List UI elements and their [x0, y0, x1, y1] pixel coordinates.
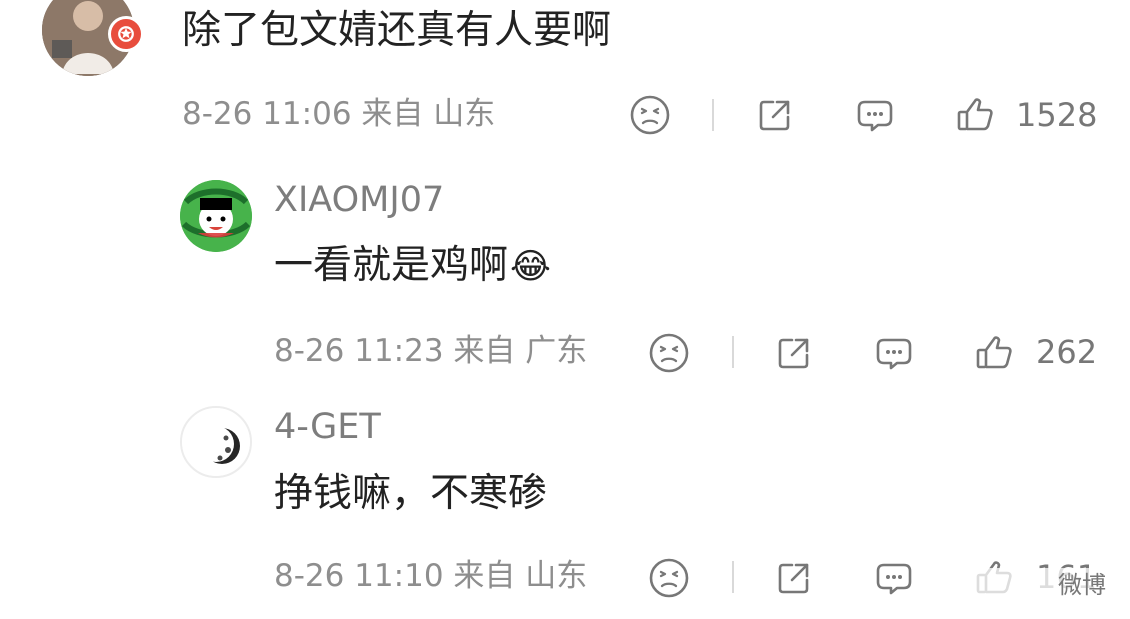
reply1-divider [732, 336, 734, 368]
reply2-divider [732, 561, 734, 593]
reply1-comment-icon[interactable] [873, 332, 915, 374]
reply2-comment-icon[interactable] [873, 557, 915, 599]
top-comment-like-count: 1528 [1016, 96, 1098, 134]
reply1-username[interactable]: XIAOMJ07 [274, 181, 444, 220]
tears-of-joy-emoji: 😂 [510, 247, 551, 287]
reply1-text: 一看就是鸡啊😂 [274, 243, 551, 288]
reply1-share-icon[interactable] [773, 332, 815, 374]
reply1-text-content: 一看就是鸡啊 [274, 243, 509, 288]
reply2-text: 挣钱嘛，不寒碜 [274, 471, 548, 516]
reply2-meta: 8-26 11:10 来自 山东 [274, 558, 588, 594]
top-comment-thumbs-up-icon[interactable] [954, 94, 996, 136]
reply1-meta: 8-26 11:23 来自 广东 [274, 333, 588, 369]
top-comment-share-icon[interactable] [754, 94, 796, 136]
reply1-thumbs-up-icon[interactable] [973, 332, 1015, 374]
top-comment-text: 除了包文婧还真有人要啊 [182, 8, 612, 53]
top-comment-divider [712, 99, 714, 131]
reply1-avatar[interactable] [180, 180, 252, 252]
reply2-username[interactable]: 4-GET [274, 408, 381, 447]
top-comment-neutral-face-icon[interactable] [629, 94, 671, 136]
reply2-neutral-face-icon[interactable] [648, 557, 690, 599]
top-comment-user-badge [108, 16, 144, 52]
reply1-like-count: 262 [1036, 333, 1098, 371]
top-comment-comment-icon[interactable] [854, 94, 896, 136]
reply2-avatar[interactable] [180, 406, 252, 478]
top-comment-meta: 8-26 11:06 来自 山东 [182, 96, 496, 132]
reply1-neutral-face-icon[interactable] [648, 332, 690, 374]
reply2-share-icon[interactable] [773, 557, 815, 599]
weibo-watermark: 微博 [946, 568, 1114, 608]
user-badge-icon [118, 26, 134, 42]
watermark-label: 微博 [1058, 571, 1106, 599]
